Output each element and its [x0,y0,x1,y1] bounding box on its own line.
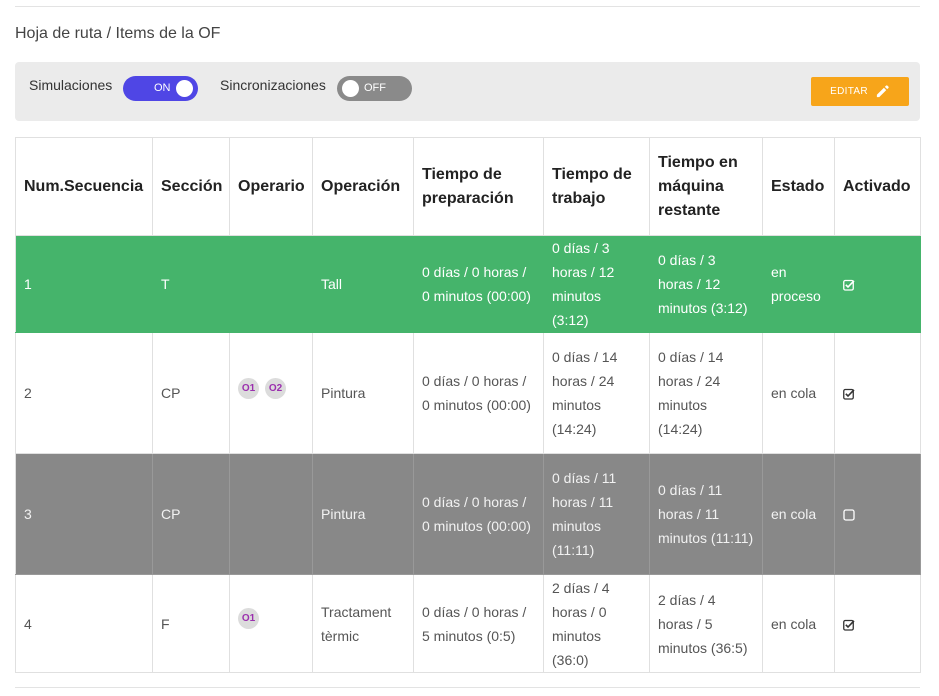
cell-restante: 0 días / 11 horas / 11 minutos (11:11) [649,453,763,575]
cell-operario [229,453,313,575]
breadcrumb: Hoja de ruta / Items de la OF [15,25,221,42]
edit-button-label: EDITAR [830,86,868,97]
checkbox-checked-icon[interactable] [843,619,855,631]
edit-button[interactable]: EDITAR [811,77,909,106]
cell-num: 1 [15,235,153,333]
cell-seccion: T [152,235,230,333]
table-row[interactable]: 2 CP O1 O2 Pintura 0 días / 0 horas / 0 m… [15,332,921,454]
cell-trabajo: 0 días / 11 horas / 11 minutos (11:11) [543,453,650,575]
cell-preparacion: 0 días / 0 horas / 0 minutos (00:00) [413,332,544,454]
cell-trabajo: 0 días / 3 horas / 12 minutos (3:12) [543,235,650,333]
header-activado[interactable]: Activado [834,137,921,236]
pencil-icon [876,85,889,98]
cell-operacion: Tractament tèrmic [312,574,414,673]
cell-activado [834,235,921,333]
operario-badge[interactable]: O1 [238,377,259,399]
toggle-state-text: OFF [364,82,386,94]
cell-operacion: Pintura [312,332,414,454]
cell-num: 3 [15,453,153,575]
cell-estado: en proceso [762,235,835,333]
cell-num: 4 [15,574,153,673]
cell-trabajo: 0 días / 14 horas / 24 minutos (14:24) [543,332,650,454]
cell-operacion: Pintura [312,453,414,575]
cell-preparacion: 0 días / 0 horas / 0 minutos (00:00) [413,453,544,575]
header-estado[interactable]: Estado [762,137,835,236]
cell-operario: O1 [229,574,313,673]
cell-restante: 0 días / 14 horas / 24 minutos (14:24) [649,332,763,454]
checkbox-unchecked-icon[interactable] [843,509,855,521]
cell-seccion: CP [152,332,230,454]
cell-restante: 0 días / 3 horas / 12 minutos (3:12) [649,235,763,333]
cell-seccion: CP [152,453,230,575]
cell-restante: 2 días / 4 horas / 5 minutos (36:5) [649,574,763,673]
operario-badge[interactable]: O1 [238,608,259,630]
simulaciones-toggle[interactable]: ON [123,76,198,101]
items-table: Num.Secuencia Sección Operario Operación… [15,137,921,673]
header-operacion[interactable]: Operación [312,137,414,236]
cell-estado: en cola [762,332,835,454]
cell-estado: en cola [762,453,835,575]
cell-operacion: Tall [312,235,414,333]
table-row[interactable]: 4 F O1 Tractament tèrmic 0 días / 0 hora… [15,574,921,673]
cell-preparacion: 0 días / 0 horas / 5 minutos (0:5) [413,574,544,673]
header-tiempo-restante[interactable]: Tiempo en máquina restante [649,137,763,236]
toggle-knob [342,80,359,97]
checkbox-checked-icon[interactable] [843,388,855,400]
simulaciones-label: Simulaciones [29,77,113,93]
header-tiempo-trabajo[interactable]: Tiempo de trabajo [543,137,650,236]
cell-seccion: F [152,574,230,673]
table-row[interactable]: 3 CP Pintura 0 días / 0 horas / 0 minuto… [15,453,921,575]
cell-preparacion: 0 días / 0 horas / 0 minutos (00:00) [413,235,544,333]
header-seccion[interactable]: Sección [152,137,230,236]
header-operario[interactable]: Operario [229,137,313,236]
table-row[interactable]: 1 T Tall 0 días / 0 horas / 0 minutos (0… [15,235,921,333]
header-tiempo-preparacion[interactable]: Tiempo de preparación [413,137,544,236]
toolbar: Simulaciones ON Sincronizaciones OFF EDI… [15,62,920,121]
top-divider [15,6,920,7]
toggle-knob [176,80,193,97]
bottom-divider [15,687,920,688]
operario-badge[interactable]: O2 [265,377,286,399]
toggle-state-text: ON [154,82,171,94]
table-header-row: Num.Secuencia Sección Operario Operación… [15,137,921,236]
cell-activado [834,574,921,673]
sincronizaciones-label: Sincronizaciones [220,77,326,93]
cell-estado: en cola [762,574,835,673]
sincronizaciones-toggle[interactable]: OFF [337,76,412,101]
cell-trabajo: 2 días / 4 horas / 0 minutos (36:0) [543,574,650,673]
cell-operario [229,235,313,333]
checkbox-checked-icon[interactable] [843,279,855,291]
cell-num: 2 [15,332,153,454]
cell-operario: O1 O2 [229,332,313,454]
header-num-secuencia[interactable]: Num.Secuencia [15,137,153,236]
cell-activado [834,332,921,454]
cell-activado [834,453,921,575]
